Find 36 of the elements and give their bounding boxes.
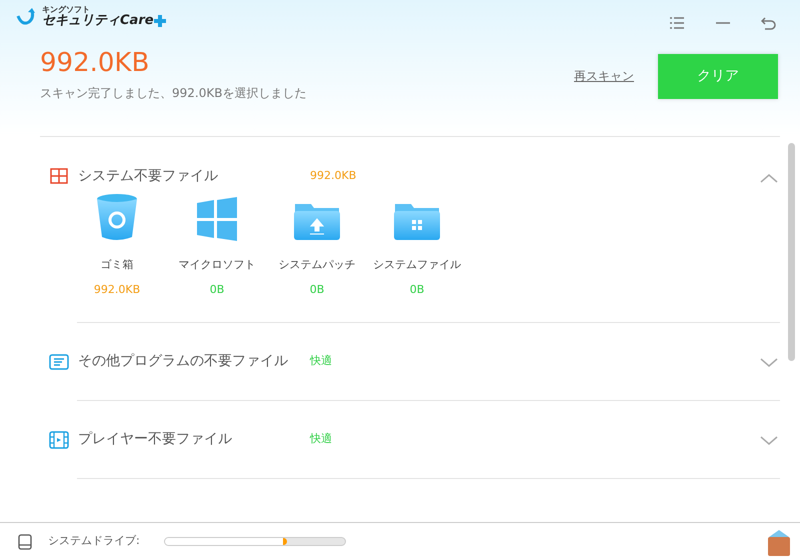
chevron-up-icon (760, 172, 778, 183)
category-status: 快適 (310, 353, 333, 370)
menu-icon (669, 16, 685, 30)
windows-icon (50, 168, 68, 184)
scan-message: スキャン完了しました、992.0KBを選択しました (40, 85, 306, 102)
category-status: 快適 (310, 431, 333, 448)
item-name: ゴミ箱 (100, 257, 134, 273)
scrollbar[interactable] (788, 143, 795, 361)
vendor-name: キングソフト (42, 6, 91, 14)
item-name: システムパッチ (278, 257, 356, 273)
category-title: システム不要ファイル (78, 166, 219, 186)
category-status: 992.0KB (310, 168, 358, 184)
back-icon (761, 16, 777, 30)
windows-folder-icon (393, 201, 441, 241)
windows-logo-icon (195, 197, 239, 241)
plus-icon (154, 14, 166, 28)
upload-folder-icon (293, 201, 341, 241)
document-icon (49, 354, 69, 370)
drive-label: システムドライブ: (48, 533, 140, 550)
item-name: マイクロソフト (178, 257, 256, 273)
item-size: 992.0KB (94, 282, 140, 298)
drive-icon (18, 534, 32, 550)
trash-icon (95, 193, 139, 241)
chevron-down-icon (760, 358, 778, 368)
category-title: その他プログラムの不要ファイル (78, 352, 289, 371)
item-size: 0B (410, 282, 424, 298)
category-title: プレイヤー不要ファイル (78, 430, 233, 449)
scan-size: 992.0KB (40, 50, 150, 76)
app-name: セキュリティCare (42, 14, 154, 28)
minimize-icon (715, 22, 731, 24)
rescan-link[interactable]: 再スキャン (574, 67, 634, 85)
item-size: 0B (210, 282, 224, 298)
film-icon (49, 430, 69, 448)
chevron-down-icon (760, 436, 778, 446)
item-name: システムファイル (373, 257, 461, 273)
item-size: 0B (310, 282, 324, 298)
